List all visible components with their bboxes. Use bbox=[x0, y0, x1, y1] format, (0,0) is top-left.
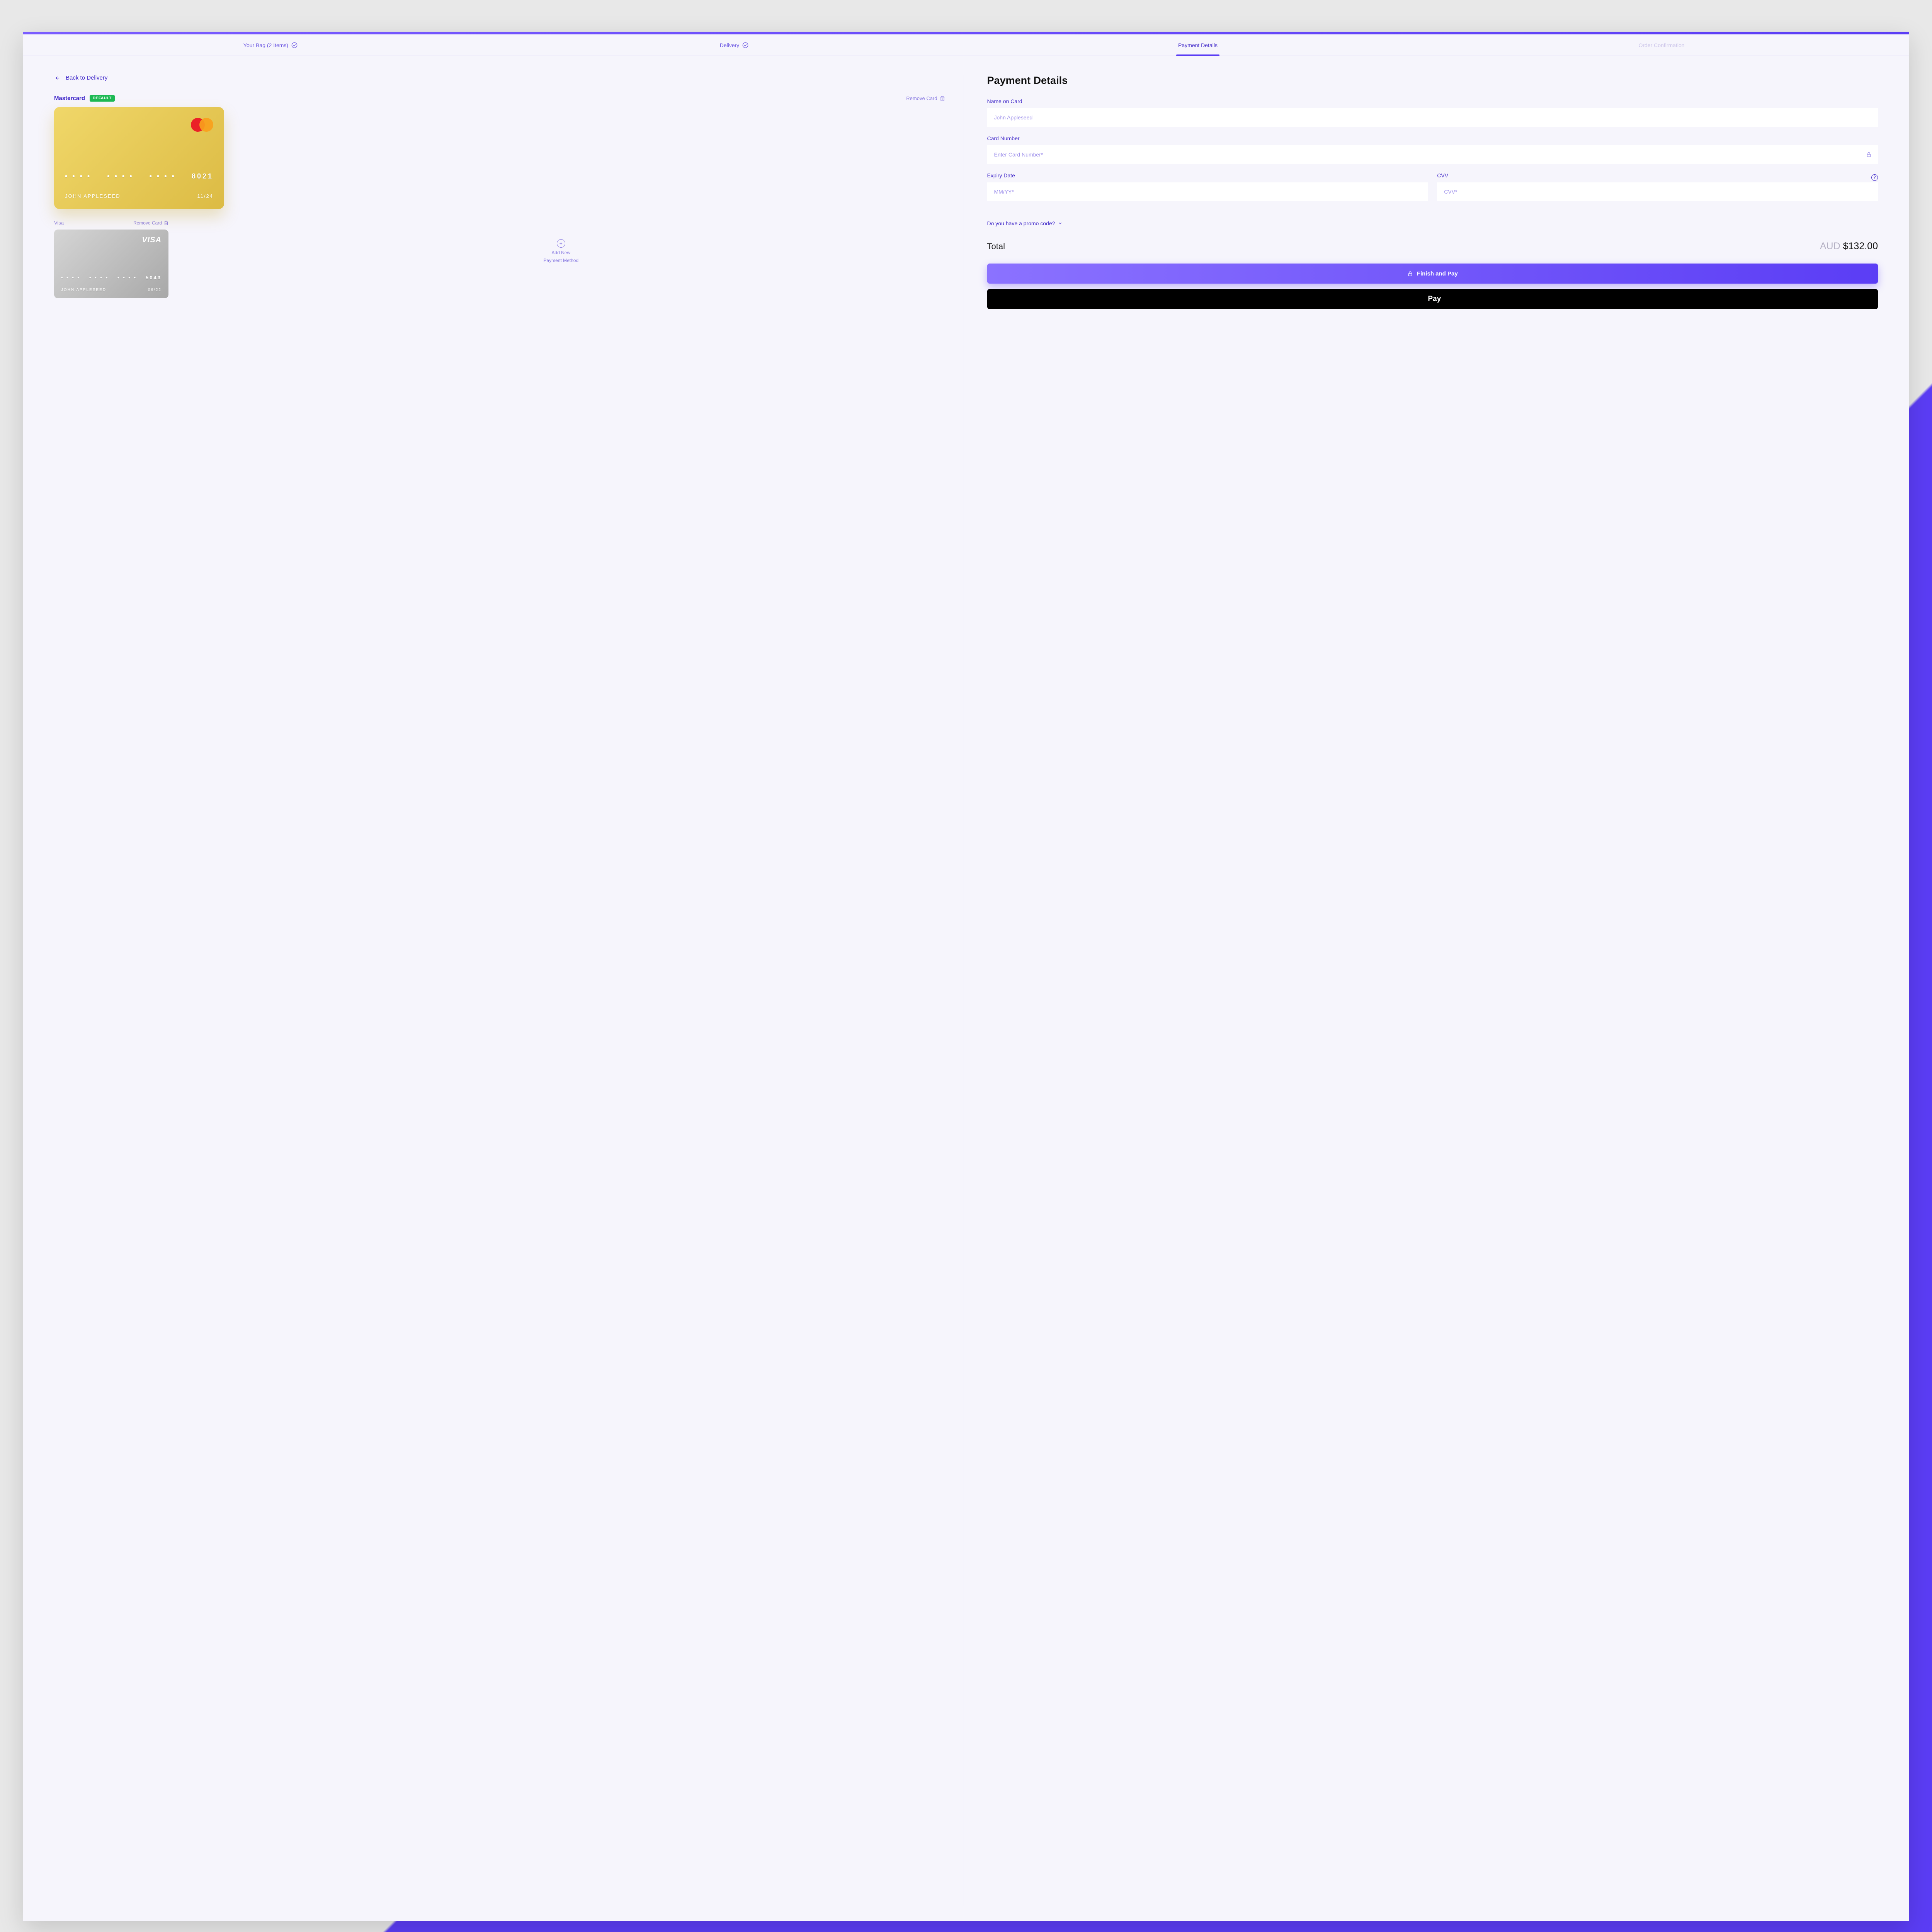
card-footer: JOHN APPLESEED 11/24 bbox=[65, 193, 213, 199]
promo-code-toggle[interactable]: Do you have a promo code? bbox=[987, 213, 1878, 232]
apple-pay-button[interactable]: Pay bbox=[987, 289, 1878, 309]
secondary-card-name: Visa bbox=[54, 220, 64, 226]
card-number-masked: • • • • • • • • • • • • 5043 bbox=[61, 275, 162, 281]
checkout-stepper: Your Bag (2 Items) Delivery Payment Deta… bbox=[23, 34, 1909, 56]
card-number-input[interactable] bbox=[987, 145, 1878, 164]
mastercard-card[interactable]: • • • • • • • • • • • • 8021 JOHN APPLES… bbox=[54, 107, 224, 209]
back-label: Back to Delivery bbox=[66, 75, 107, 81]
mastercard-logo-icon bbox=[191, 118, 213, 132]
remove-secondary-card-button[interactable]: Remove Card bbox=[133, 220, 168, 226]
visa-logo-icon: VISA bbox=[142, 236, 162, 245]
finish-and-pay-button[interactable]: Finish and Pay bbox=[987, 264, 1878, 284]
name-on-card-label: Name on Card bbox=[987, 98, 1878, 104]
default-badge: DEFAULT bbox=[90, 95, 115, 102]
tab-bag[interactable]: Your Bag (2 Items) bbox=[39, 34, 502, 56]
cvv-label: CVV bbox=[1437, 172, 1448, 179]
tab-bag-label: Your Bag (2 Items) bbox=[243, 42, 288, 48]
payment-form-panel: Payment Details Name on Card Card Number… bbox=[964, 75, 1878, 1906]
card-footer: JOHN APPLESEED 06/22 bbox=[61, 288, 162, 292]
window-top-accent bbox=[23, 32, 1909, 34]
content-area: Back to Delivery Mastercard DEFAULT Remo… bbox=[23, 56, 1909, 1921]
name-on-card-input[interactable] bbox=[987, 108, 1878, 127]
lock-icon bbox=[1407, 271, 1413, 277]
tab-confirmation: Order Confirmation bbox=[1430, 34, 1893, 56]
remove-label: Remove Card bbox=[906, 95, 937, 101]
tab-confirmation-label: Order Confirmation bbox=[1638, 42, 1684, 48]
card-number-masked: • • • • • • • • • • • • 8021 bbox=[65, 172, 213, 180]
total-label: Total bbox=[987, 242, 1005, 252]
add-payment-method-button[interactable]: + Add New Payment Method bbox=[177, 220, 945, 263]
apple-pay-label: Pay bbox=[1428, 295, 1441, 303]
expiry-date-label: Expiry Date bbox=[987, 172, 1428, 179]
plus-circle-icon: + bbox=[557, 239, 565, 248]
add-method-line2: Payment Method bbox=[543, 258, 578, 263]
card-expiry: 11/24 bbox=[197, 193, 213, 199]
tab-payment[interactable]: Payment Details bbox=[966, 34, 1430, 56]
secondary-card-header: Visa Remove Card bbox=[54, 220, 168, 226]
tab-payment-label: Payment Details bbox=[1178, 42, 1218, 48]
expiry-date-input[interactable] bbox=[987, 182, 1428, 201]
cvv-input[interactable] bbox=[1437, 182, 1878, 201]
trash-icon bbox=[164, 221, 168, 225]
primary-card-header: Mastercard DEFAULT Remove Card bbox=[54, 95, 945, 102]
tab-delivery-label: Delivery bbox=[720, 42, 740, 48]
check-circle-icon bbox=[742, 42, 748, 48]
finish-button-label: Finish and Pay bbox=[1417, 270, 1458, 277]
card-expiry: 06/22 bbox=[148, 288, 162, 292]
remove-label: Remove Card bbox=[133, 220, 162, 226]
lock-icon bbox=[1866, 152, 1872, 158]
cardholder-name: JOHN APPLESEED bbox=[65, 193, 121, 199]
arrow-left-icon bbox=[54, 75, 61, 81]
back-to-delivery-link[interactable]: Back to Delivery bbox=[54, 75, 107, 81]
page-title: Payment Details bbox=[987, 75, 1878, 87]
cardholder-name: JOHN APPLESEED bbox=[61, 288, 106, 292]
promo-label: Do you have a promo code? bbox=[987, 220, 1055, 226]
total-row: Total AUD $132.00 bbox=[987, 241, 1878, 252]
help-circle-icon[interactable]: ? bbox=[1871, 174, 1878, 181]
remove-primary-card-button[interactable]: Remove Card bbox=[906, 95, 945, 101]
add-method-line1: Add New bbox=[551, 250, 570, 255]
total-currency: AUD bbox=[1820, 241, 1840, 252]
card-number-label: Card Number bbox=[987, 135, 1878, 141]
check-circle-icon bbox=[291, 42, 298, 48]
card-last4: 8021 bbox=[192, 172, 213, 180]
total-value: $132.00 bbox=[1843, 241, 1878, 252]
checkout-window: Your Bag (2 Items) Delivery Payment Deta… bbox=[23, 32, 1909, 1921]
total-amount: AUD $132.00 bbox=[1820, 241, 1878, 252]
primary-card-name: Mastercard bbox=[54, 95, 85, 102]
tab-delivery[interactable]: Delivery bbox=[502, 34, 966, 56]
card-last4: 5043 bbox=[146, 275, 162, 281]
chevron-down-icon bbox=[1058, 221, 1063, 226]
saved-cards-panel: Back to Delivery Mastercard DEFAULT Remo… bbox=[54, 75, 964, 1906]
visa-card[interactable]: VISA • • • • • • • • • • • • 5043 JOHN A… bbox=[54, 230, 168, 298]
trash-icon bbox=[940, 96, 945, 101]
